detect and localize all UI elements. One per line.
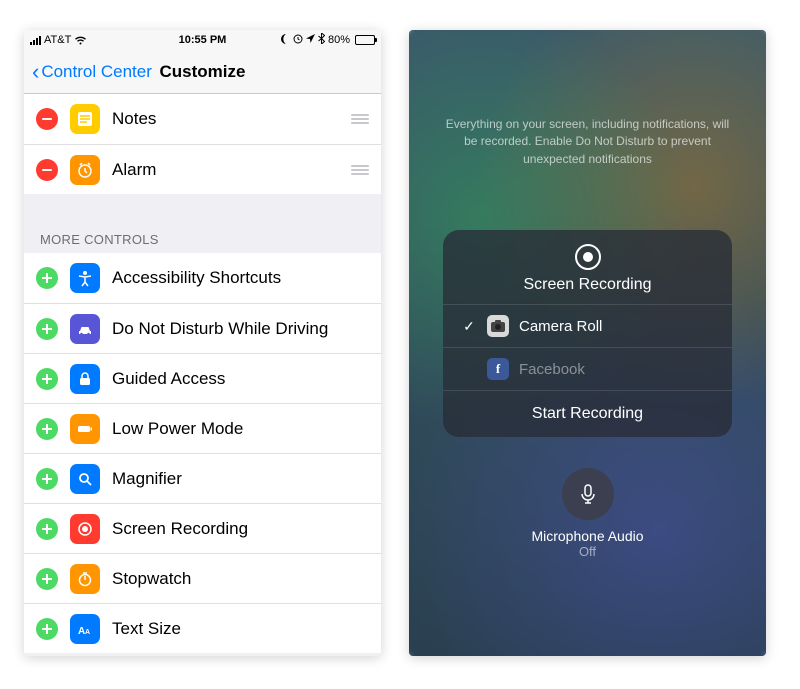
row-label: Stopwatch (112, 569, 191, 589)
record-icon (70, 514, 100, 544)
row-label: Do Not Disturb While Driving (112, 319, 328, 339)
add-button[interactable] (36, 318, 58, 340)
lock-icon (70, 364, 100, 394)
svg-text:A: A (85, 629, 90, 636)
battery-icon (353, 35, 375, 45)
mic-state: Off (409, 544, 766, 559)
more-row-magnifier[interactable]: Magnifier (24, 453, 381, 503)
add-button[interactable] (36, 368, 58, 390)
destination-camera-roll[interactable]: ✓ Camera Roll (443, 304, 732, 347)
more-row-low-power[interactable]: Low Power Mode (24, 403, 381, 453)
add-button[interactable] (36, 568, 58, 590)
sheet-title: Screen Recording (443, 276, 732, 304)
checkmark-icon: ✓ (461, 318, 477, 335)
magnifier-icon (70, 464, 100, 494)
remove-button[interactable] (36, 159, 58, 181)
statusbar: AT&T 10:55 PM 80% (24, 30, 381, 50)
screen-recording-sheet-screen: Everything on your screen, including not… (409, 30, 766, 656)
add-button[interactable] (36, 518, 58, 540)
signal-icon (30, 36, 41, 45)
add-button[interactable] (36, 618, 58, 640)
accessibility-icon (70, 263, 100, 293)
back-button[interactable]: ‹ Control Center (32, 61, 152, 83)
camera-roll-icon (487, 315, 509, 337)
add-button[interactable] (36, 418, 58, 440)
destination-facebook[interactable]: f Facebook (443, 347, 732, 390)
included-row-notes[interactable]: Notes (24, 94, 381, 144)
microphone-icon (577, 483, 599, 505)
more-row-dnd-driving[interactable]: Do Not Disturb While Driving (24, 303, 381, 353)
row-label: Guided Access (112, 369, 225, 389)
section-header-more: MORE CONTROLS (24, 224, 381, 253)
row-label: Screen Recording (112, 519, 248, 539)
battery-icon (70, 414, 100, 444)
row-label: Text Size (112, 619, 181, 639)
row-label: Low Power Mode (112, 419, 243, 439)
stopwatch-icon (70, 564, 100, 594)
row-label: Accessibility Shortcuts (112, 268, 281, 288)
battery-pct: 80% (328, 34, 350, 46)
remove-button[interactable] (36, 108, 58, 130)
row-label: Notes (112, 109, 156, 129)
more-row-guided-access[interactable]: Guided Access (24, 353, 381, 403)
option-label: Facebook (519, 361, 585, 378)
add-button[interactable] (36, 267, 58, 289)
text-size-icon: AA (70, 614, 100, 644)
bluetooth-icon (318, 33, 325, 47)
add-button[interactable] (36, 468, 58, 490)
record-icon (575, 244, 601, 270)
more-row-screen-recording[interactable]: Screen Recording (24, 503, 381, 553)
option-label: Camera Roll (519, 318, 602, 335)
notes-icon (70, 104, 100, 134)
microphone-label: Microphone Audio Off (409, 528, 766, 559)
back-label: Control Center (41, 62, 152, 82)
more-row-stopwatch[interactable]: Stopwatch (24, 553, 381, 603)
more-row-text-size[interactable]: AA Text Size (24, 603, 381, 653)
recording-sheet: Screen Recording ✓ Camera Roll f Faceboo… (443, 230, 732, 437)
wifi-icon (74, 35, 87, 45)
car-icon (70, 314, 100, 344)
moon-icon (280, 34, 290, 47)
start-recording-button[interactable]: Start Recording (443, 390, 732, 437)
row-label: Magnifier (112, 469, 182, 489)
controls-list: Notes Alarm MORE CONTROLS Accessibility … (24, 94, 381, 656)
carrier-label: AT&T (44, 34, 71, 46)
facebook-icon: f (487, 358, 509, 380)
recording-hint: Everything on your screen, including not… (439, 116, 736, 168)
settings-screen: AT&T 10:55 PM 80% ‹ Control Center Custo… (24, 30, 381, 656)
row-label: Alarm (112, 160, 156, 180)
microphone-toggle[interactable] (562, 468, 614, 520)
included-row-alarm[interactable]: Alarm (24, 144, 381, 194)
reorder-handle-icon[interactable] (351, 114, 369, 124)
location-icon (306, 34, 315, 46)
reorder-handle-icon[interactable] (351, 165, 369, 175)
mic-title: Microphone Audio (409, 528, 766, 544)
navbar: ‹ Control Center Customize (24, 50, 381, 94)
chevron-left-icon: ‹ (32, 61, 39, 83)
more-row-accessibility[interactable]: Accessibility Shortcuts (24, 253, 381, 303)
orientation-lock-icon (293, 34, 303, 47)
alarm-icon (70, 155, 100, 185)
